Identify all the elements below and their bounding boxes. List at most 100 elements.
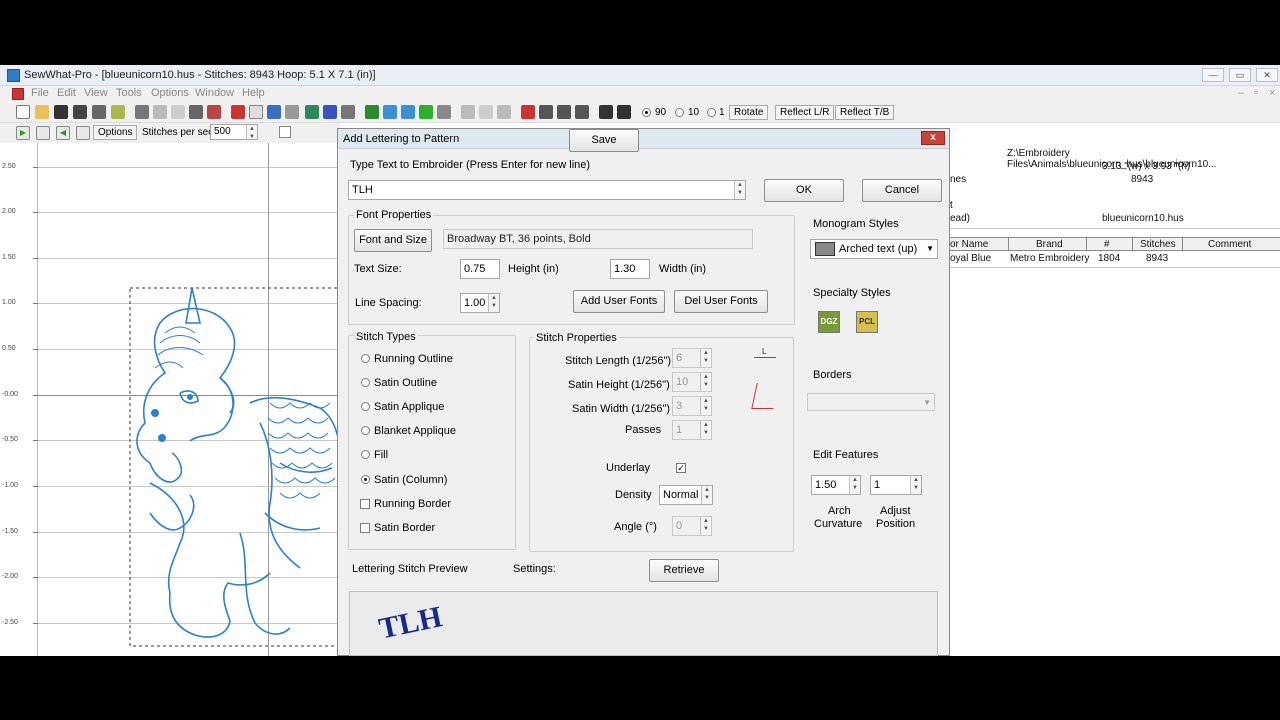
fill-radio[interactable] bbox=[361, 450, 370, 459]
zoom-fit-icon[interactable] bbox=[539, 105, 553, 119]
cancel-button[interactable]: Cancel bbox=[862, 179, 942, 202]
dialog-close-button[interactable]: x bbox=[921, 131, 945, 145]
page-icon[interactable] bbox=[249, 105, 263, 119]
reflect-lr-button[interactable]: Reflect L/R bbox=[775, 105, 835, 120]
open-icon[interactable] bbox=[35, 105, 49, 119]
menu-help[interactable]: Help bbox=[242, 87, 265, 99]
unicorn-design[interactable] bbox=[120, 283, 340, 648]
del-user-fonts-button[interactable]: Del User Fonts bbox=[674, 290, 768, 313]
retrieve-settings-button[interactable]: Retrieve bbox=[649, 559, 719, 582]
zoom-in-icon[interactable] bbox=[557, 105, 571, 119]
view-icon-1[interactable] bbox=[365, 105, 379, 119]
ok-button[interactable]: OK bbox=[764, 179, 844, 202]
play-icon[interactable]: ▶ bbox=[16, 126, 30, 140]
satin-outline-radio[interactable] bbox=[361, 378, 370, 387]
satin-width-input[interactable]: 3 ▲ ▼ bbox=[672, 396, 712, 416]
hoop-icon[interactable] bbox=[341, 105, 355, 119]
density-spinner[interactable]: ▲ ▼ bbox=[701, 486, 712, 504]
transform-icon[interactable] bbox=[285, 105, 299, 119]
paste-icon[interactable] bbox=[171, 105, 185, 119]
arch-curvature-input[interactable]: 1.50 ▲ ▼ bbox=[811, 475, 861, 495]
rotate-10-radio[interactable] bbox=[675, 108, 684, 117]
lettering-text-input[interactable]: TLH ▲ ▼ bbox=[348, 180, 746, 200]
table-row[interactable]: oyal Blue Metro Embroidery 1804 8943 bbox=[950, 252, 1280, 266]
pause-icon[interactable] bbox=[36, 126, 50, 140]
step-back-icon[interactable]: ◀ bbox=[56, 126, 70, 140]
width-input[interactable]: 1.30 bbox=[610, 259, 650, 279]
view-icon-4[interactable] bbox=[419, 105, 433, 119]
adjust-position-input[interactable]: 1 ▲ ▼ bbox=[870, 475, 922, 495]
close-button[interactable]: ✕ bbox=[1256, 68, 1278, 82]
view-icon-5[interactable] bbox=[437, 105, 451, 119]
stitches-per-sec-input[interactable]: 500 ▲ ▼ bbox=[210, 124, 258, 140]
running-border-checkbox[interactable] bbox=[360, 499, 370, 509]
save-all-icon[interactable] bbox=[73, 105, 87, 119]
menu-options[interactable]: Options bbox=[151, 87, 189, 99]
angle-input[interactable]: 0 ▲ ▼ bbox=[672, 516, 712, 536]
blanket-applique-radio[interactable] bbox=[361, 426, 370, 435]
dgz-style-icon[interactable]: DGZ bbox=[818, 311, 840, 333]
satin-height-input[interactable]: 10 ▲ ▼ bbox=[672, 372, 712, 392]
text-icon[interactable] bbox=[267, 105, 281, 119]
satin-border-checkbox[interactable] bbox=[360, 523, 370, 533]
zoom-out-icon[interactable] bbox=[575, 105, 589, 119]
stitch-length-input[interactable]: 6 ▲ ▼ bbox=[672, 348, 712, 368]
satin-applique-radio[interactable] bbox=[361, 402, 370, 411]
reflect-tb-button[interactable]: Reflect T/B bbox=[835, 105, 895, 120]
menu-tools[interactable]: Tools bbox=[116, 87, 142, 99]
satin-column-radio[interactable] bbox=[361, 475, 370, 484]
trace-checkbox[interactable] bbox=[279, 126, 291, 138]
running-outline-radio[interactable] bbox=[361, 354, 370, 363]
menu-view[interactable]: View bbox=[84, 87, 108, 99]
menu-window[interactable]: Window bbox=[195, 87, 234, 99]
density-select[interactable]: Normal ▲ ▼ bbox=[659, 485, 713, 505]
stop-icon[interactable] bbox=[76, 126, 90, 140]
design-canvas[interactable]: 2.50 2.00 1.50 1.00 0.50 -0.00 -0.50 -1.… bbox=[0, 143, 340, 656]
options-button[interactable]: Options bbox=[93, 125, 138, 140]
grid-icon[interactable] bbox=[305, 105, 319, 119]
save-settings-button[interactable]: Save bbox=[569, 129, 639, 152]
rotate-90-radio[interactable] bbox=[642, 108, 651, 117]
globe-icon[interactable] bbox=[323, 105, 337, 119]
mdi-minimize-icon[interactable]: – bbox=[1238, 87, 1244, 99]
new-icon[interactable] bbox=[16, 105, 30, 119]
monogram-select[interactable]: Arched text (up) ▼ bbox=[810, 239, 938, 259]
add-user-fonts-button[interactable]: Add User Fonts bbox=[573, 290, 665, 313]
undo-icon[interactable] bbox=[189, 105, 203, 119]
copy-icon[interactable] bbox=[153, 105, 167, 119]
borders-select[interactable]: ▼ bbox=[807, 393, 935, 411]
menu-file[interactable]: File bbox=[31, 87, 49, 99]
align-icon-3[interactable] bbox=[497, 105, 511, 119]
height-input[interactable]: 0.75 bbox=[460, 259, 500, 279]
context-help-icon[interactable] bbox=[617, 105, 631, 119]
select-icon[interactable] bbox=[207, 105, 221, 119]
save-icon[interactable] bbox=[54, 105, 68, 119]
minimize-button[interactable]: — bbox=[1202, 68, 1224, 82]
help-icon[interactable] bbox=[599, 105, 613, 119]
line-spacing-input[interactable]: 1.00 ▲ ▼ bbox=[460, 293, 500, 313]
mdi-restore-icon[interactable]: ▫ bbox=[1254, 87, 1258, 99]
mdi-close-icon[interactable]: × bbox=[1269, 87, 1275, 99]
adjust-spinner[interactable]: ▲ ▼ bbox=[910, 476, 921, 494]
stitches-spinner[interactable]: ▲ ▼ bbox=[246, 125, 257, 140]
export-icon[interactable] bbox=[111, 105, 125, 119]
rotate-button[interactable]: Rotate bbox=[729, 105, 769, 120]
view-icon-3[interactable] bbox=[401, 105, 415, 119]
view-icon-2[interactable] bbox=[383, 105, 397, 119]
line-spacing-spinner[interactable]: ▲ ▼ bbox=[488, 294, 499, 312]
text-scroll[interactable]: ▲ ▼ bbox=[734, 181, 745, 199]
align-icon-2[interactable] bbox=[479, 105, 493, 119]
underlay-checkbox[interactable]: ✓ bbox=[676, 463, 686, 473]
align-icon-1[interactable] bbox=[461, 105, 475, 119]
menu-edit[interactable]: Edit bbox=[57, 87, 76, 99]
color-icon[interactable] bbox=[231, 105, 245, 119]
print-icon[interactable] bbox=[92, 105, 106, 119]
doc-icon[interactable] bbox=[12, 88, 24, 100]
arch-spinner[interactable]: ▲ ▼ bbox=[849, 476, 860, 494]
cut-icon[interactable] bbox=[135, 105, 149, 119]
rotate-1-radio[interactable] bbox=[707, 108, 716, 117]
passes-input[interactable]: 1 ▲ ▼ bbox=[672, 420, 712, 440]
split-icon[interactable] bbox=[521, 105, 535, 119]
maximize-button[interactable]: ▭ bbox=[1229, 68, 1251, 82]
font-and-size-button[interactable]: Font and Size bbox=[354, 229, 432, 252]
